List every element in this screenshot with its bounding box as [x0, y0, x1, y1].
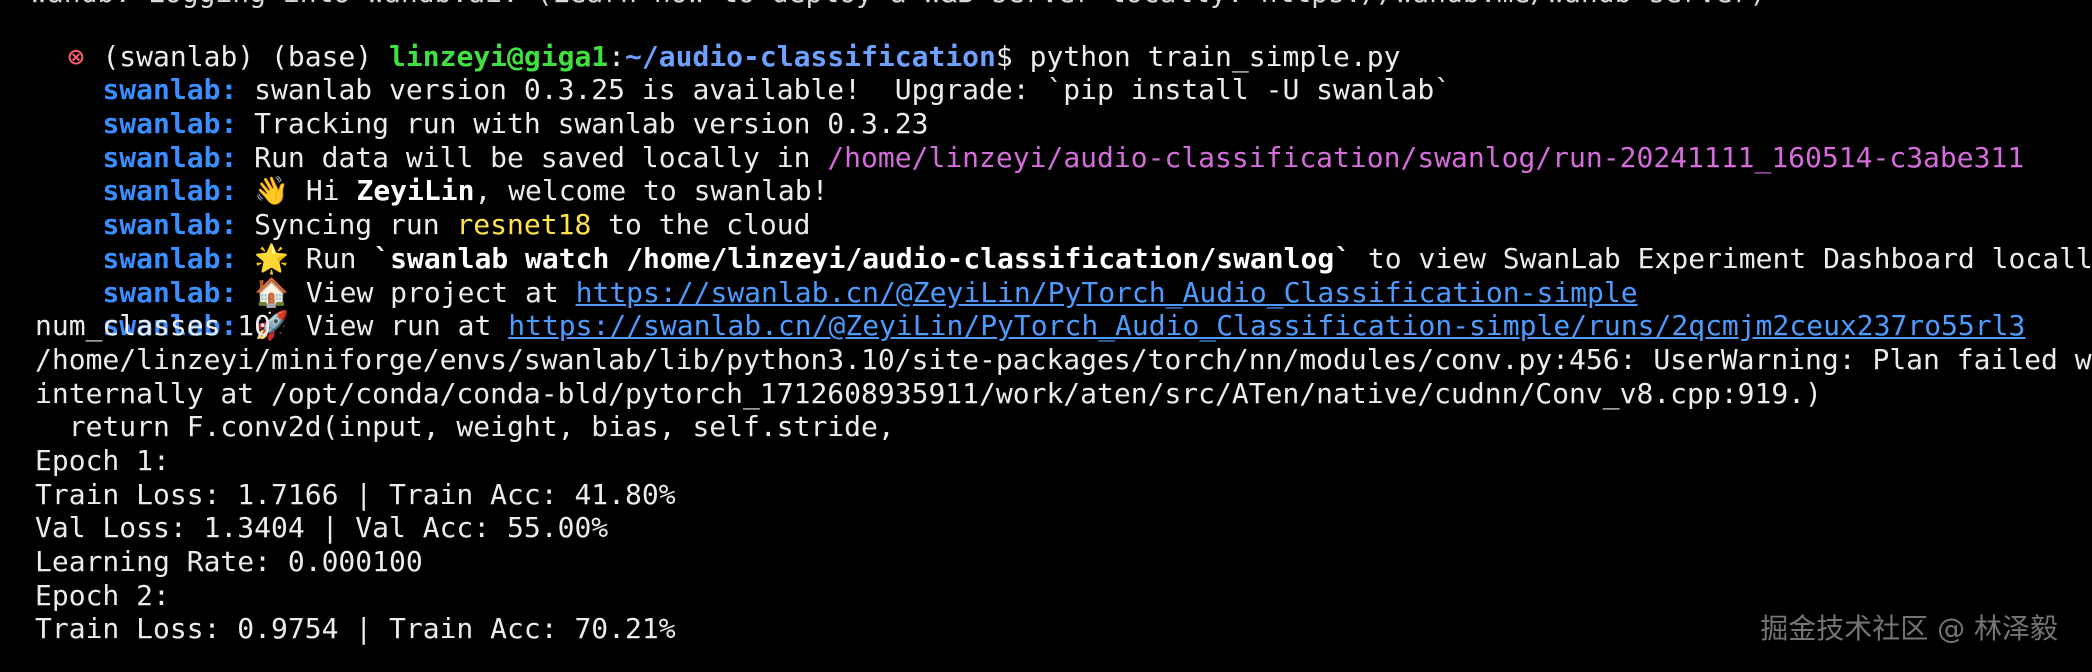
log-text: View run at: [289, 309, 509, 343]
log-text: swanlab version 0.3.25 is available! Upg…: [237, 73, 1452, 107]
log-text: , welcome to swanlab!: [474, 174, 829, 208]
star-icon: 🌟: [254, 241, 290, 275]
swanlab-prefix: swanlab:: [102, 107, 238, 141]
output-line: Epoch 2:: [35, 578, 170, 612]
log-text: Hi: [289, 174, 357, 208]
output-line: Train Loss: 1.7166 | Train Acc: 41.80%: [35, 477, 676, 511]
swanlab-prefix: swanlab:: [102, 140, 238, 174]
error-exit-icon: ⊗: [67, 39, 85, 73]
log-text: Run: [289, 241, 374, 275]
output-line: Epoch 1:: [35, 443, 170, 477]
log-text: to the cloud: [591, 208, 811, 242]
prompt-path: ~/audio-classification: [625, 39, 996, 73]
output-line: /home/linzeyi/miniforge/envs/swanlab/lib…: [35, 342, 2092, 376]
swanlab-prefix: swanlab:: [102, 73, 238, 107]
prompt-line: ⊗ (swanlab) (base) linzeyi@giga1:~/audio-…: [0, 6, 2092, 73]
log-text: Syncing run: [237, 208, 457, 242]
swanlab-prefix: swanlab:: [102, 208, 238, 242]
watch-command: `swanlab watch /home/linzeyi/audio-class…: [373, 241, 1352, 275]
previous-output-line: wandb: Logging into wandb.ai. (Learn how…: [30, 0, 1766, 10]
run-data-path: /home/linzeyi/audio-classification/swanl…: [827, 140, 2025, 174]
log-text: Tracking run with swanlab version 0.3.23: [237, 107, 929, 141]
log-text: View project at: [289, 275, 576, 309]
swanlab-prefix: swanlab:: [102, 241, 238, 275]
user-name: ZeyiLin: [356, 174, 475, 208]
prompt-symbol: $: [995, 39, 1030, 73]
project-link[interactable]: https://swanlab.cn/@ZeyiLin/PyTorch_Audi…: [576, 276, 1638, 309]
swanlab-prefix: swanlab:: [102, 174, 238, 208]
run-link[interactable]: https://swanlab.cn/@ZeyiLin/PyTorch_Audi…: [508, 309, 2025, 342]
output-line: internally at /opt/conda/conda-bld/pytor…: [35, 376, 1822, 410]
watermark: 掘金技术社区 @ 林泽毅: [1760, 612, 2058, 645]
output-line: return F.conv2d(input, weight, bias, sel…: [35, 410, 895, 444]
output-line: Learning Rate: 0.000100: [35, 545, 423, 578]
prompt-command: python train_simple.py: [1029, 39, 1401, 73]
swanlab-prefix: swanlab:: [102, 275, 238, 309]
run-name: resnet18: [456, 208, 592, 242]
output-line: Val Loss: 1.3404 | Val Acc: 55.00%: [35, 511, 609, 545]
waving-hand-icon: 👋: [254, 174, 290, 208]
prompt-user-host: linzeyi@giga1: [389, 39, 609, 73]
log-text: to view SwanLab Experiment Dashboard loc…: [1351, 241, 2092, 275]
terminal-window[interactable]: wandb: Logging into wandb.ai. (Learn how…: [0, 0, 2092, 672]
prompt-colon: :: [608, 39, 626, 73]
house-icon: 🏠: [254, 275, 290, 309]
log-text: Run data will be saved locally in: [237, 140, 828, 174]
prompt-env: (swanlab) (base): [102, 39, 390, 73]
